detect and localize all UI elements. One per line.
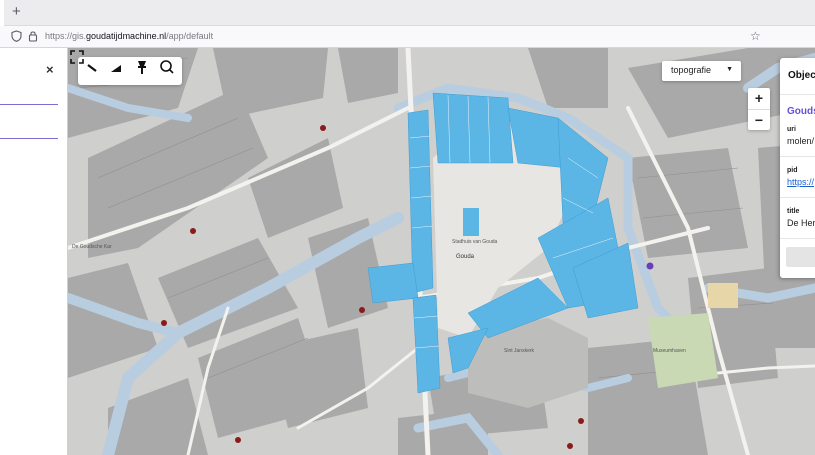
field-value-pid-link[interactable]: https:// [787, 177, 814, 187]
basemap-select[interactable]: topografie ▼ [662, 61, 741, 81]
selected-windmill-marker [646, 262, 654, 270]
map-label-de-goudsche-kar: De Goudsche Kar [72, 244, 112, 250]
field-label-title: title [787, 208, 800, 215]
lock-icon[interactable] [28, 30, 38, 42]
field-value-title: De Her [787, 218, 815, 228]
object-panel-heading: Goudsche [787, 106, 815, 117]
measure-area-icon[interactable] [106, 57, 126, 77]
map-label-stadhuis: Stadhuis van Gouda [452, 239, 498, 245]
map-label-gouda: Gouda [456, 254, 475, 260]
map-tools [78, 57, 182, 85]
url-prefix: https://gis. [45, 31, 87, 41]
object-info-panel: Object Goudsche uri molen/ pid https:// … [780, 58, 815, 278]
field-value-uri: molen/ [787, 136, 815, 146]
side-panel-close-icon[interactable]: × [46, 62, 54, 77]
active-tab[interactable] [0, 0, 4, 26]
map-label-sint-janskerk: Sint Janskerk [504, 348, 535, 354]
fullscreen-icon[interactable] [68, 48, 86, 66]
zoom-in-button[interactable]: + [748, 88, 770, 109]
divider [780, 94, 815, 95]
divider [780, 156, 815, 157]
square-yellow [708, 283, 738, 308]
map-canvas[interactable] [68, 48, 815, 455]
browser-nav-bar: https://gis.goudatijdmachine.nl/app/defa… [0, 26, 815, 48]
zoom-control: + − [748, 88, 770, 130]
object-panel-title: Object [788, 70, 815, 81]
zoom-out-button[interactable]: − [748, 110, 770, 131]
basemap-select-value: topografie [671, 65, 712, 75]
shield-icon[interactable] [11, 30, 22, 42]
object-panel-action-button[interactable] [786, 247, 815, 267]
new-tab-button[interactable]: + [12, 4, 21, 20]
field-label-uri: uri [787, 126, 796, 133]
url-domain: goudatijdmachine.nl [86, 31, 167, 41]
side-panel-input-underline[interactable] [0, 104, 58, 105]
bookmark-star-icon[interactable]: ☆ [750, 29, 761, 43]
side-panel-input-underline[interactable] [0, 138, 58, 139]
url-path: /app/default [166, 31, 214, 41]
address-bar[interactable]: https://gis.goudatijdmachine.nl/app/defa… [45, 30, 213, 43]
pin-icon[interactable] [132, 57, 152, 77]
side-panel: × [0, 48, 68, 455]
chevron-down-icon: ▼ [726, 66, 733, 73]
divider [780, 238, 815, 239]
search-icon[interactable] [157, 57, 177, 77]
browser-tab-strip: + [0, 0, 815, 26]
town-hall [463, 208, 479, 236]
map-label-museum: Museumhaven [653, 348, 686, 354]
map-viewport[interactable]: Gouda Sint Janskerk De Goudsche Kar Stad… [68, 48, 815, 455]
field-label-pid: pid [787, 167, 798, 174]
divider [780, 197, 815, 198]
